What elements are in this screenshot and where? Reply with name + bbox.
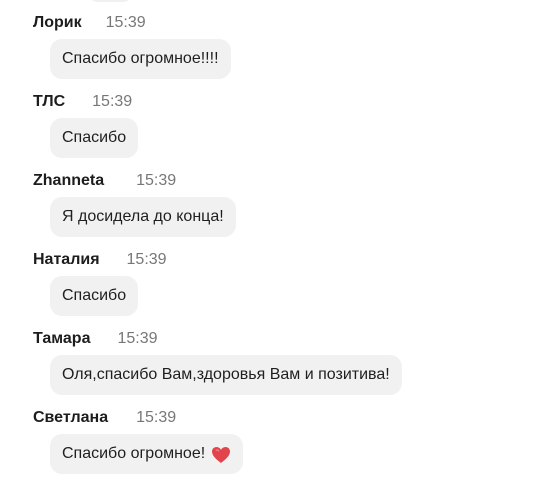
message-text: Спасибо огромное! [62, 445, 206, 462]
message-header: Светлана 15:39 [33, 408, 176, 428]
message-text: Спасибо [62, 287, 127, 304]
message-author: Лорик [33, 14, 82, 31]
chat-message: Zhanneta 15:39 Я досидела до конца! [33, 171, 513, 241]
message-bubble: Спасибо огромное!!!! [50, 39, 231, 79]
message-author: Zhanneta [33, 172, 105, 189]
chat-message: Лорик 15:39 Спасибо огромное!!!! [33, 13, 513, 83]
chat-message: Тамара 15:39 Оля,спасибо Вам,здоровья Ва… [33, 329, 513, 399]
previous-message-bubble-fragment [88, 0, 133, 2]
message-header: ТЛС 15:39 [33, 92, 132, 112]
message-text: Спасибо [62, 129, 127, 146]
message-text: Оля,спасибо Вам,здоровья Вам и позитива! [62, 366, 390, 383]
message-bubble: Спасибо огромное! [50, 434, 244, 474]
message-time: 15:39 [105, 14, 146, 31]
chat-feed: Лорик 15:39 Спасибо огромное!!!! ТЛС 15:… [0, 0, 539, 492]
chat-message: Наталия 15:39 Спасибо [33, 250, 513, 320]
message-bubble: Я досидела до конца! [50, 197, 236, 237]
message-header: Лорик 15:39 [33, 13, 146, 33]
chat-message: ТЛС 15:39 Спасибо [33, 92, 513, 162]
message-header: Наталия 15:39 [33, 250, 167, 270]
message-author: ТЛС [33, 93, 66, 110]
message-time: 15:39 [117, 330, 158, 347]
message-bubble: Оля,спасибо Вам,здоровья Вам и позитива! [50, 355, 402, 395]
heart-icon [211, 446, 231, 464]
message-time: 15:39 [126, 251, 167, 268]
message-header: Тамара 15:39 [33, 329, 158, 349]
message-author: Светлана [33, 409, 109, 426]
message-time: 15:39 [136, 409, 177, 426]
chat-message: Светлана 15:39 Спасибо огромное! [33, 408, 513, 478]
message-time: 15:39 [136, 172, 177, 189]
message-time: 15:39 [92, 93, 133, 110]
message-text: Я досидела до конца! [62, 208, 224, 225]
message-author: Тамара [33, 330, 91, 347]
message-bubble: Спасибо [50, 118, 139, 158]
message-bubble: Спасибо [50, 276, 139, 316]
message-text: Спасибо огромное!!!! [62, 50, 219, 67]
message-author: Наталия [33, 251, 100, 268]
message-header: Zhanneta 15:39 [33, 171, 176, 191]
